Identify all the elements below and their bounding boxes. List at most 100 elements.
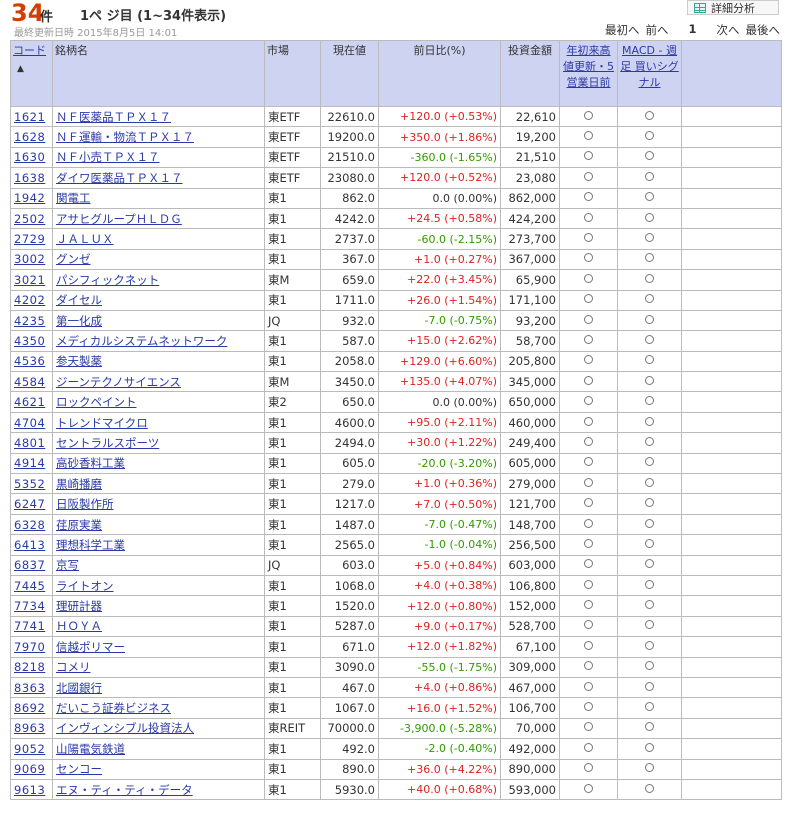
name-link[interactable]: 京写 [56, 558, 79, 572]
name-link[interactable]: メディカルシステムネットワーク [56, 334, 227, 348]
name-link[interactable]: 山陽電気鉄道 [56, 742, 125, 756]
cell-code[interactable]: 6413 [10, 534, 53, 556]
code-link[interactable]: 7734 [14, 599, 45, 613]
code-link[interactable]: 6247 [14, 497, 45, 511]
code-link[interactable]: 6837 [14, 558, 45, 572]
cell-name[interactable]: 関電工 [52, 187, 265, 209]
pager-next[interactable]: 次へ [717, 22, 740, 38]
cell-name[interactable]: インヴィンシブル投資法人 [52, 717, 265, 740]
code-link[interactable]: 3002 [14, 252, 45, 266]
code-link[interactable]: 4704 [14, 416, 45, 430]
cell-code[interactable]: 9069 [10, 758, 53, 780]
cell-name[interactable]: ダイセル [52, 289, 265, 311]
name-link[interactable]: 信越ポリマー [56, 640, 125, 654]
name-link[interactable]: ダイワ医薬品ＴＰＸ１７ [56, 171, 183, 185]
cell-name[interactable]: 山陽電気鉄道 [52, 738, 265, 760]
cell-code[interactable]: 4235 [10, 309, 53, 332]
cell-code[interactable]: 1630 [10, 146, 53, 169]
cell-name[interactable]: 黒崎播磨 [52, 473, 265, 495]
code-link[interactable]: 1942 [14, 191, 45, 205]
name-link[interactable]: エヌ・ティ・ティ・データ [56, 783, 193, 797]
name-link[interactable]: 高砂香料工業 [56, 456, 125, 470]
name-link[interactable]: 荏原実業 [56, 518, 102, 532]
cell-code[interactable]: 6247 [10, 493, 53, 515]
name-link[interactable]: ＮＦ小売ＴＰＸ１７ [56, 150, 160, 164]
col-ytd-high[interactable]: 年初来高値更新・5営業日前 [559, 40, 618, 107]
cell-code[interactable]: 8963 [10, 717, 53, 740]
name-link[interactable]: 黒崎播磨 [56, 477, 102, 491]
cell-code[interactable]: 2729 [10, 228, 53, 250]
cell-name[interactable]: パシフィックネット [52, 269, 265, 291]
cell-name[interactable]: 荏原実業 [52, 513, 265, 536]
code-link[interactable]: 4536 [14, 354, 45, 368]
code-link[interactable]: 4914 [14, 456, 45, 470]
name-link[interactable]: ＮＦ医薬品ＴＰＸ１７ [56, 110, 171, 124]
cell-code[interactable]: 8363 [10, 676, 53, 699]
cell-name[interactable]: 信越ポリマー [52, 636, 265, 658]
detail-analysis-button[interactable]: 詳細分析 [687, 0, 779, 15]
pager-first[interactable]: 最初へ [605, 22, 640, 38]
cell-name[interactable]: グンゼ [52, 248, 265, 271]
code-link[interactable]: 8218 [14, 660, 45, 674]
col-macd[interactable]: MACD - 週足 買いシグナル [617, 40, 682, 107]
code-link[interactable]: 7741 [14, 619, 45, 633]
name-link[interactable]: グンゼ [56, 252, 91, 266]
code-link[interactable]: 4621 [14, 395, 45, 409]
cell-name[interactable]: センコー [52, 758, 265, 780]
cell-name[interactable]: ＮＦ小売ＴＰＸ１７ [52, 146, 265, 169]
code-link[interactable]: 3021 [14, 273, 45, 287]
cell-name[interactable]: トレンドマイクロ [52, 411, 265, 434]
cell-name[interactable]: 理想科学工業 [52, 534, 265, 556]
cell-name[interactable]: エヌ・ティ・ティ・データ [52, 778, 265, 801]
cell-code[interactable]: 4621 [10, 391, 53, 413]
cell-name[interactable]: ＮＦ運輸・物流ＴＰＸ１７ [52, 126, 265, 148]
cell-name[interactable]: ロックペイント [52, 391, 265, 413]
code-link[interactable]: 2729 [14, 232, 45, 246]
cell-name[interactable]: 参天製薬 [52, 350, 265, 373]
cell-code[interactable]: 1638 [10, 167, 53, 189]
cell-code[interactable]: 2502 [10, 207, 53, 230]
cell-code[interactable]: 7445 [10, 574, 53, 597]
pager-last[interactable]: 最後へ [746, 22, 781, 38]
cell-name[interactable]: 日阪製作所 [52, 493, 265, 515]
sort-code-link[interactable]: コード [13, 44, 46, 57]
ytd-high-link[interactable]: 年初来高値更新・5営業日前 [563, 44, 614, 89]
name-link[interactable]: ライトオン [56, 579, 114, 593]
name-link[interactable]: セントラルスポーツ [56, 436, 159, 450]
cell-code[interactable]: 4704 [10, 411, 53, 434]
name-link[interactable]: 第一化成 [56, 314, 102, 328]
cell-code[interactable]: 4584 [10, 371, 53, 393]
cell-code[interactable]: 4801 [10, 432, 53, 454]
cell-name[interactable]: ＪＡＬＵＸ [52, 228, 265, 250]
code-link[interactable]: 8963 [14, 721, 45, 735]
cell-code[interactable]: 4350 [10, 330, 53, 352]
cell-name[interactable]: セントラルスポーツ [52, 432, 265, 454]
cell-name[interactable]: ダイワ医薬品ＴＰＸ１７ [52, 167, 265, 189]
cell-name[interactable]: 高砂香料工業 [52, 452, 265, 475]
cell-name[interactable]: ＮＦ医薬品ＴＰＸ１７ [52, 105, 265, 128]
name-link[interactable]: ＮＦ運輸・物流ＴＰＸ１７ [56, 130, 194, 144]
name-link[interactable]: ＨＯＹＡ [56, 619, 102, 633]
name-link[interactable]: インヴィンシブル投資法人 [56, 721, 194, 735]
code-link[interactable]: 6328 [14, 518, 45, 532]
cell-code[interactable]: 9613 [10, 778, 53, 801]
name-link[interactable]: 関電工 [56, 191, 91, 205]
code-link[interactable]: 8363 [14, 681, 45, 695]
cell-code[interactable]: 1942 [10, 187, 53, 209]
pager-prev[interactable]: 前へ [645, 22, 668, 38]
cell-code[interactable]: 4914 [10, 452, 53, 475]
cell-code[interactable]: 7741 [10, 615, 53, 638]
col-code[interactable]: コード ▲ [10, 40, 53, 107]
name-link[interactable]: 理想科学工業 [56, 538, 125, 552]
code-link[interactable]: 1638 [14, 171, 45, 185]
cell-code[interactable]: 8218 [10, 656, 53, 678]
code-link[interactable]: 4801 [14, 436, 45, 450]
cell-name[interactable]: 京写 [52, 554, 265, 576]
cell-name[interactable]: ＨＯＹＡ [52, 615, 265, 638]
macd-link[interactable]: MACD - 週足 買いシグナル [620, 44, 679, 89]
cell-name[interactable]: 第一化成 [52, 309, 265, 332]
cell-name[interactable]: 北國銀行 [52, 676, 265, 699]
cell-code[interactable]: 1628 [10, 126, 53, 148]
cell-name[interactable]: アサヒグループＨＬＤＧ [52, 207, 265, 230]
code-link[interactable]: 9069 [14, 762, 45, 776]
